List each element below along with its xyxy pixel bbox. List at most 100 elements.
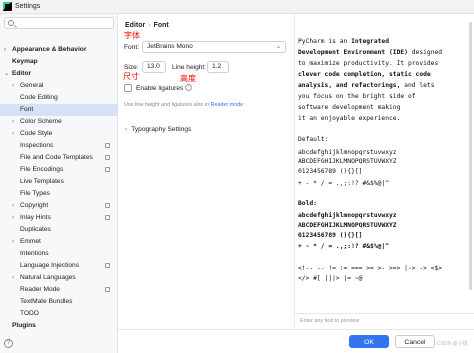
sidebar-item-copyright[interactable]: › Copyright xyxy=(0,200,118,212)
sidebar-item-appearance-behavior[interactable]: › Appearance & Behavior xyxy=(0,44,118,56)
sidebar-item-color-scheme[interactable]: › Color Scheme xyxy=(0,116,118,128)
font-select[interactable]: JetBrains Mono ⌄ xyxy=(142,41,286,53)
sidebar-item-language-injections[interactable]: Language Injections xyxy=(0,260,118,272)
preview-intro-line: Development Environment (IDE) designed xyxy=(298,49,442,56)
preview-default-line: + - * / = .,;:!? #&$%@|^ xyxy=(298,180,389,187)
preview-intro-line: software development making xyxy=(298,104,400,111)
sidebar-item-todo[interactable]: TODO xyxy=(0,308,118,320)
tree-arrow-icon[interactable]: › xyxy=(12,80,14,92)
sidebar-item-label: Font xyxy=(20,106,34,113)
sidebar-item-keymap[interactable]: Keymap xyxy=(0,56,118,68)
size-label: Size: xyxy=(124,64,139,71)
sidebar-item-label: Appearance & Behavior xyxy=(12,46,87,53)
project-scope-icon xyxy=(105,167,110,172)
search-icon xyxy=(8,20,14,26)
sidebar-item-general[interactable]: › General xyxy=(0,80,118,92)
watermark: CSDN @小猿 xyxy=(437,341,468,347)
tree-arrow-icon[interactable]: › xyxy=(12,128,14,140)
sidebar-item-duplicates[interactable]: Duplicates xyxy=(0,224,118,236)
sidebar-item-plugins[interactable]: Plugins xyxy=(0,320,118,332)
title-bar: Settings xyxy=(0,0,474,14)
sidebar-item-label: Editor xyxy=(12,70,32,77)
tree-arrow-icon[interactable]: › xyxy=(4,44,6,56)
preview-bold-line: abcdefghijklmnopqrstuvwxyz xyxy=(298,212,397,219)
sidebar-item-file-and-code-templates[interactable]: File and Code Templates xyxy=(0,152,118,164)
preview-intro-text: Development Environment (IDE) xyxy=(298,49,408,56)
sidebar-item-label: Copyright xyxy=(20,202,49,209)
preview-intro-text: software development making xyxy=(298,104,401,111)
sidebar-item-file-types[interactable]: File Types xyxy=(0,188,118,200)
sidebar-item-font[interactable]: Font xyxy=(0,104,118,116)
cancel-button[interactable]: Cancel xyxy=(395,335,435,348)
sidebar-item-label: File Encodings xyxy=(20,166,64,173)
preview-intro-line: analysis, and refactorings, and lets xyxy=(298,82,434,89)
tree-arrow-icon[interactable]: › xyxy=(12,116,14,128)
preview-intro-text: and lets xyxy=(400,82,435,89)
sidebar-item-label: Intentions xyxy=(20,250,49,257)
preview-intro-text: Integrated xyxy=(351,38,389,45)
help-icon[interactable]: ? xyxy=(4,339,13,348)
enable-ligatures-checkbox[interactable] xyxy=(124,84,132,92)
sidebar-item-inlay-hints[interactable]: › Inlay Hints xyxy=(0,212,118,224)
enable-ligatures-label[interactable]: Enable ligatures xyxy=(136,85,183,92)
preview-ligature-line: <!-- -- != := === >= >- >=> |-> -> <$> xyxy=(298,265,443,272)
hint-text: Use line height and ligatures also in xyxy=(124,102,210,108)
ok-button[interactable]: OK xyxy=(349,335,389,348)
reader-mode-link[interactable]: Reader mode xyxy=(211,102,244,108)
font-label: Font: xyxy=(124,44,140,51)
sidebar-item-editor[interactable]: ⌄ Editor xyxy=(0,68,118,80)
preview-intro-line: clever code completion, static code xyxy=(298,71,431,78)
sidebar-item-label: Natural Languages xyxy=(20,274,76,281)
sidebar-item-label: Color Scheme xyxy=(20,118,62,125)
sidebar-item-code-style[interactable]: › Code Style xyxy=(0,128,118,140)
line-height-hint: Use line height and ligatures also in Re… xyxy=(124,102,243,108)
sidebar-item-label: General xyxy=(20,82,44,89)
project-scope-icon xyxy=(105,155,110,160)
line-height-label: Line height: xyxy=(172,64,207,71)
tree-arrow-icon[interactable]: ⌄ xyxy=(4,68,9,80)
project-scope-icon xyxy=(105,263,110,268)
sidebar-item-inspections[interactable]: Inspections xyxy=(0,140,118,152)
sidebar-item-label: Code Editing xyxy=(20,94,58,101)
chevron-right-icon: › xyxy=(125,126,128,133)
sidebar-item-live-templates[interactable]: Live Templates xyxy=(0,176,118,188)
project-scope-icon xyxy=(105,287,110,292)
sidebar-item-label: Live Templates xyxy=(20,178,64,185)
sidebar-item-reader-mode[interactable]: Reader Mode xyxy=(0,284,118,296)
size-input[interactable]: 13.0 xyxy=(142,61,166,73)
sidebar-item-label: File and Code Templates xyxy=(20,154,93,161)
annotation-font: 字体 xyxy=(124,31,140,40)
breadcrumb: Editor › Font xyxy=(125,22,169,29)
line-height-value: 1.2 xyxy=(212,63,222,70)
line-height-input[interactable]: 1.2 xyxy=(207,61,229,73)
sidebar-item-label: Inlay Hints xyxy=(20,214,51,221)
tree-arrow-icon[interactable]: › xyxy=(12,272,14,284)
pycharm-app-icon xyxy=(3,2,12,11)
sidebar-item-natural-languages[interactable]: › Natural Languages xyxy=(0,272,118,284)
preview-text-input[interactable]: Enter any text to preview xyxy=(300,318,359,324)
sidebar-item-textmate-bundles[interactable]: TextMate Bundles xyxy=(0,296,118,308)
project-scope-icon xyxy=(105,203,110,208)
sidebar-item-label: Inspections xyxy=(20,142,54,149)
preview-default-line: ABCDEFGHIJKLMNOPQRSTUVWXYZ xyxy=(298,158,397,165)
preview-default-line: 0123456789 (){}[] xyxy=(298,168,363,175)
tree-arrow-icon[interactable]: › xyxy=(12,236,14,248)
tree-arrow-icon[interactable]: › xyxy=(12,200,14,212)
preview-intro-line: PyCharm is an Integrated xyxy=(298,38,389,45)
sidebar-item-label: File Types xyxy=(20,190,50,197)
tree-arrow-icon[interactable]: › xyxy=(12,212,14,224)
breadcrumb-parent[interactable]: Editor xyxy=(125,22,145,29)
sidebar-item-file-encodings[interactable]: File Encodings xyxy=(0,164,118,176)
sidebar-item-code-editing[interactable]: Code Editing xyxy=(0,92,118,104)
help-icon-ligatures[interactable]: ? xyxy=(185,84,192,91)
typography-settings-toggle[interactable]: › Typography Settings xyxy=(125,126,191,133)
chevron-down-icon: ⌄ xyxy=(275,44,281,50)
sidebar-item-label: Keymap xyxy=(12,58,38,65)
preview-intro-line: it an enjoyable experience. xyxy=(298,115,400,122)
sidebar-item-intentions[interactable]: Intentions xyxy=(0,248,118,260)
settings-search-input[interactable] xyxy=(4,17,114,29)
preview-scrollbar[interactable] xyxy=(469,22,472,290)
preview-intro-text: PyCharm is an xyxy=(298,38,352,45)
sidebar-item-label: Language Injections xyxy=(20,262,80,269)
sidebar-item-emmet[interactable]: › Emmet xyxy=(0,236,118,248)
